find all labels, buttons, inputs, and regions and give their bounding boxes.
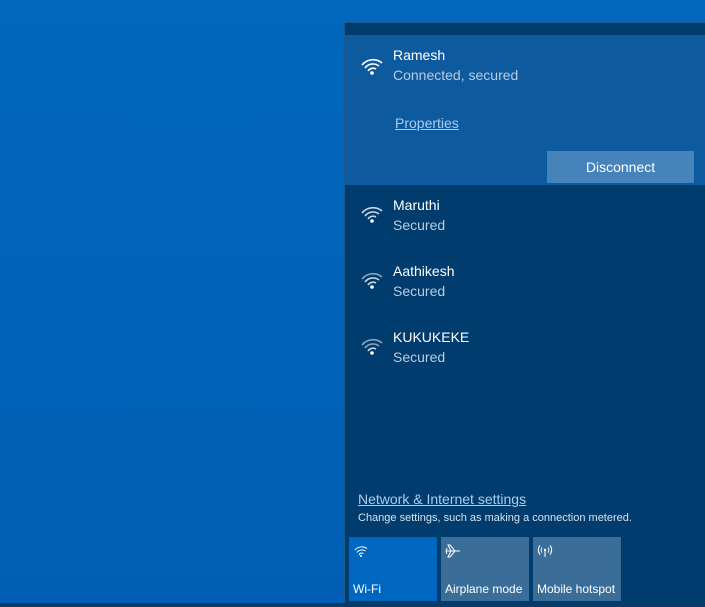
wifi-icon	[354, 546, 368, 557]
connected-network-status: Connected, secured	[393, 67, 519, 83]
wifi-signal-icon	[361, 58, 383, 75]
airplane-icon	[445, 544, 460, 558]
network-flyout: Ramesh Connected, secured Properties Dis…	[344, 22, 705, 607]
airplane-tile-label: Airplane mode	[445, 582, 523, 596]
flyout-top-strip	[345, 23, 705, 35]
disconnect-button[interactable]: Disconnect	[547, 151, 694, 183]
properties-link[interactable]: Properties	[395, 115, 459, 131]
connected-network-name: Ramesh	[393, 47, 446, 63]
network-list-item[interactable]: KUKUKEKE Secured	[345, 317, 705, 377]
network-name: Maruthi	[393, 197, 440, 213]
network-name: Aathikesh	[393, 263, 455, 279]
hotspot-icon	[537, 545, 553, 557]
wifi-signal-icon	[361, 206, 383, 223]
wifi-signal-icon	[361, 338, 383, 355]
network-status: Secured	[393, 217, 446, 233]
hotspot-tile-label: Mobile hotspot	[537, 582, 616, 596]
wifi-toggle-tile[interactable]: Wi-Fi	[349, 537, 437, 601]
network-status: Secured	[393, 349, 446, 365]
wifi-tile-label: Wi-Fi	[353, 582, 381, 596]
mobile-hotspot-tile[interactable]: Mobile hotspot	[533, 537, 621, 601]
wifi-signal-icon	[361, 272, 383, 289]
network-list-item[interactable]: Aathikesh Secured	[345, 251, 705, 311]
connected-network-item[interactable]: Ramesh Connected, secured Properties Dis…	[345, 35, 705, 185]
airplane-mode-tile[interactable]: Airplane mode	[441, 537, 529, 601]
taskbar-edge	[0, 603, 705, 607]
network-internet-settings-link[interactable]: Network & Internet settings	[358, 491, 526, 507]
network-status: Secured	[393, 283, 446, 299]
network-list-item[interactable]: Maruthi Secured	[345, 185, 705, 245]
network-name: KUKUKEKE	[393, 329, 470, 345]
settings-description: Change settings, such as making a connec…	[358, 512, 632, 524]
